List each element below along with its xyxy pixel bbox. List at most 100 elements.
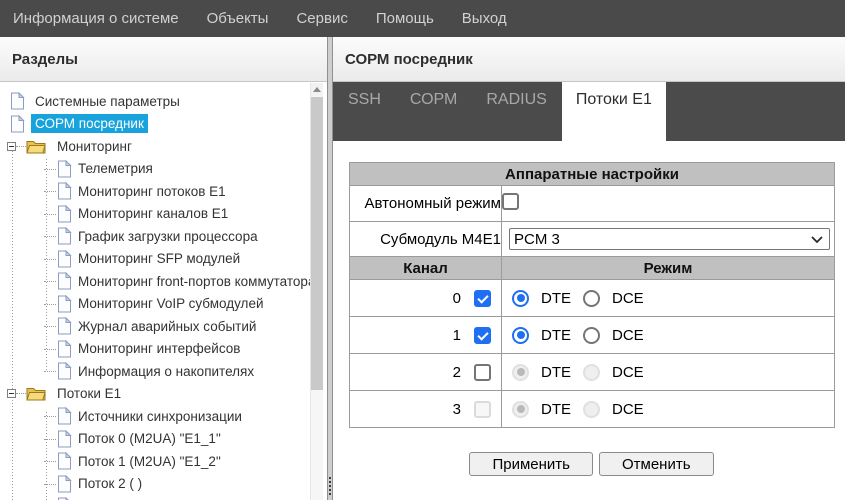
- top-menu-bar: Информация о системе Объекты Сервис Помо…: [0, 0, 845, 37]
- collapse-toggle-icon[interactable]: [7, 142, 16, 151]
- tree-item-sorm-proxy[interactable]: СОРМ посредник: [0, 113, 310, 136]
- dce-radio[interactable]: [583, 327, 600, 344]
- menu-item-logout[interactable]: Выход: [448, 10, 521, 27]
- tab-bar: SSH СОРМ RADIUS Потоки E1: [333, 82, 845, 141]
- submodule-label: Субмодуль M4E1: [350, 222, 502, 257]
- table-row: Автономный режим: [350, 186, 835, 222]
- tree-scrollbar: [310, 83, 323, 500]
- channel-column-header: Канал: [350, 257, 502, 280]
- hardware-settings-table: Аппаратные настройки Автономный режим Су…: [349, 162, 835, 428]
- apply-button[interactable]: Применить: [469, 452, 593, 476]
- document-icon: [57, 295, 72, 313]
- tree-item-telemetry[interactable]: Телеметрия: [0, 158, 310, 181]
- tab-e1-streams[interactable]: Потоки E1: [562, 82, 666, 141]
- sections-panel-title: Разделы: [0, 37, 327, 82]
- document-icon: [57, 227, 72, 245]
- tree-item-cpu-load-graph[interactable]: График загрузки процессора: [0, 225, 310, 248]
- tree-item-label: Мониторинг каналов E1: [78, 206, 228, 221]
- tab-sorm[interactable]: СОРМ: [396, 82, 471, 141]
- document-icon: [57, 430, 72, 448]
- channel-row-0: 0 DTE DCE: [350, 280, 835, 317]
- tree-item-label: Системные параметры: [35, 94, 180, 109]
- document-icon: [57, 340, 72, 358]
- dce-radio[interactable]: [583, 290, 600, 307]
- channel-enable-checkbox[interactable]: [474, 290, 491, 307]
- tree-item-label: СОРМ посредник: [31, 114, 148, 133]
- dce-label: DCE: [612, 401, 644, 418]
- document-icon: [57, 160, 72, 178]
- scrollbar-thumb[interactable]: [311, 97, 323, 390]
- tree-item-storage-info[interactable]: Информация о накопителях: [0, 360, 310, 383]
- submodule-select[interactable]: PCM 3: [509, 228, 830, 250]
- channel-enable-checkbox[interactable]: [474, 327, 491, 344]
- tree-item-alarm-log[interactable]: Журнал аварийных событий: [0, 315, 310, 338]
- sections-title-text: Разделы: [12, 51, 78, 68]
- dce-label: DCE: [612, 290, 644, 307]
- tree-item-sfp-monitoring[interactable]: Мониторинг SFP модулей: [0, 248, 310, 271]
- tab-radius[interactable]: RADIUS: [472, 82, 560, 141]
- page-title-text: СОРМ посредник: [345, 51, 473, 68]
- channel-number: 0: [453, 290, 461, 307]
- action-buttons: Применить Отменить: [349, 452, 834, 476]
- tree-item-front-ports-monitoring[interactable]: Мониторинг front-портов коммутатора: [0, 270, 310, 293]
- document-icon: [57, 452, 72, 470]
- tree-item-sync-sources[interactable]: Источники синхронизации: [0, 405, 310, 428]
- document-icon: [57, 407, 72, 425]
- dce-label: DCE: [612, 364, 644, 381]
- document-icon: [57, 205, 72, 223]
- tree-item-label: Поток 1 (M2UA) "E1_2": [78, 454, 221, 469]
- tree-item-voip-submodules-monitoring[interactable]: Мониторинг VoIP субмодулей: [0, 293, 310, 316]
- dce-label: DCE: [612, 327, 644, 344]
- dce-radio: [583, 364, 600, 381]
- tree-item-interfaces-monitoring[interactable]: Мониторинг интерфейсов: [0, 338, 310, 361]
- scrollbar-up-arrow[interactable]: [311, 83, 323, 96]
- tree-item-label: Мониторинг front-портов коммутатора: [78, 274, 310, 289]
- tree-item-label: Поток 0 (M2UA) "E1_1": [78, 431, 221, 446]
- channel-row-1: 1 DTE DCE: [350, 317, 835, 354]
- dte-radio[interactable]: [512, 327, 529, 344]
- tree-item-e1-streams-folder[interactable]: Потоки E1: [0, 383, 310, 406]
- menu-item-help[interactable]: Помощь: [362, 10, 448, 27]
- tree-item-label: Мониторинг интерфейсов: [78, 341, 240, 356]
- document-icon: [57, 362, 72, 380]
- tab-content: Аппаратные настройки Автономный режим Су…: [333, 141, 845, 476]
- sections-tree: Системные параметры СОРМ посредник Монит…: [0, 83, 310, 500]
- channel-enable-checkbox[interactable]: [474, 364, 491, 381]
- document-icon: [10, 115, 25, 133]
- document-icon: [57, 475, 72, 493]
- tree-item-stream-2[interactable]: Поток 2 ( ): [0, 473, 310, 496]
- channel-row-2: 2 DTE DCE: [350, 354, 835, 391]
- document-icon: [10, 92, 25, 110]
- tree-item-partial[interactable]: [0, 495, 310, 500]
- cancel-button[interactable]: Отменить: [599, 452, 714, 476]
- tree-item-label: Потоки E1: [57, 386, 121, 401]
- tree-item-label: Источники синхронизации: [78, 409, 242, 424]
- document-icon: [57, 272, 72, 290]
- tree-item-system-params[interactable]: Системные параметры: [0, 90, 310, 113]
- tree-item-stream-0[interactable]: Поток 0 (M2UA) "E1_1": [0, 428, 310, 451]
- dte-radio[interactable]: [512, 290, 529, 307]
- tree-item-e1-streams-monitoring[interactable]: Мониторинг потоков E1: [0, 180, 310, 203]
- folder-icon: [26, 139, 46, 154]
- sorm-proxy-panel: СОРМ посредник SSH СОРМ RADIUS Потоки E1…: [333, 37, 845, 500]
- menu-item-service[interactable]: Сервис: [282, 10, 361, 27]
- menu-item-system-info[interactable]: Информация о системе: [13, 10, 193, 27]
- autonomous-mode-checkbox[interactable]: [502, 193, 519, 210]
- tab-ssh[interactable]: SSH: [334, 82, 395, 141]
- tree-item-label: Телеметрия: [78, 161, 153, 176]
- tree-item-label: Журнал аварийных событий: [78, 319, 256, 334]
- tree-item-e1-channels-monitoring[interactable]: Мониторинг каналов E1: [0, 203, 310, 226]
- dce-radio: [583, 401, 600, 418]
- document-icon: [57, 250, 72, 268]
- tree-item-monitoring[interactable]: Мониторинг: [0, 135, 310, 158]
- tree-item-stream-1[interactable]: Поток 1 (M2UA) "E1_2": [0, 450, 310, 473]
- collapse-toggle-icon[interactable]: [7, 389, 16, 398]
- autonomous-mode-label: Автономный режим: [350, 186, 502, 222]
- tree-item-label: Мониторинг: [57, 139, 132, 154]
- table-row: Субмодуль M4E1 PCM 3: [350, 222, 835, 257]
- tree-item-label: Поток 2 ( ): [78, 476, 142, 491]
- sections-panel: Разделы Системные параметры СОРМ посредн…: [0, 37, 327, 500]
- channel-enable-checkbox: [474, 401, 491, 418]
- dte-radio: [512, 364, 529, 381]
- menu-item-objects[interactable]: Объекты: [193, 10, 283, 27]
